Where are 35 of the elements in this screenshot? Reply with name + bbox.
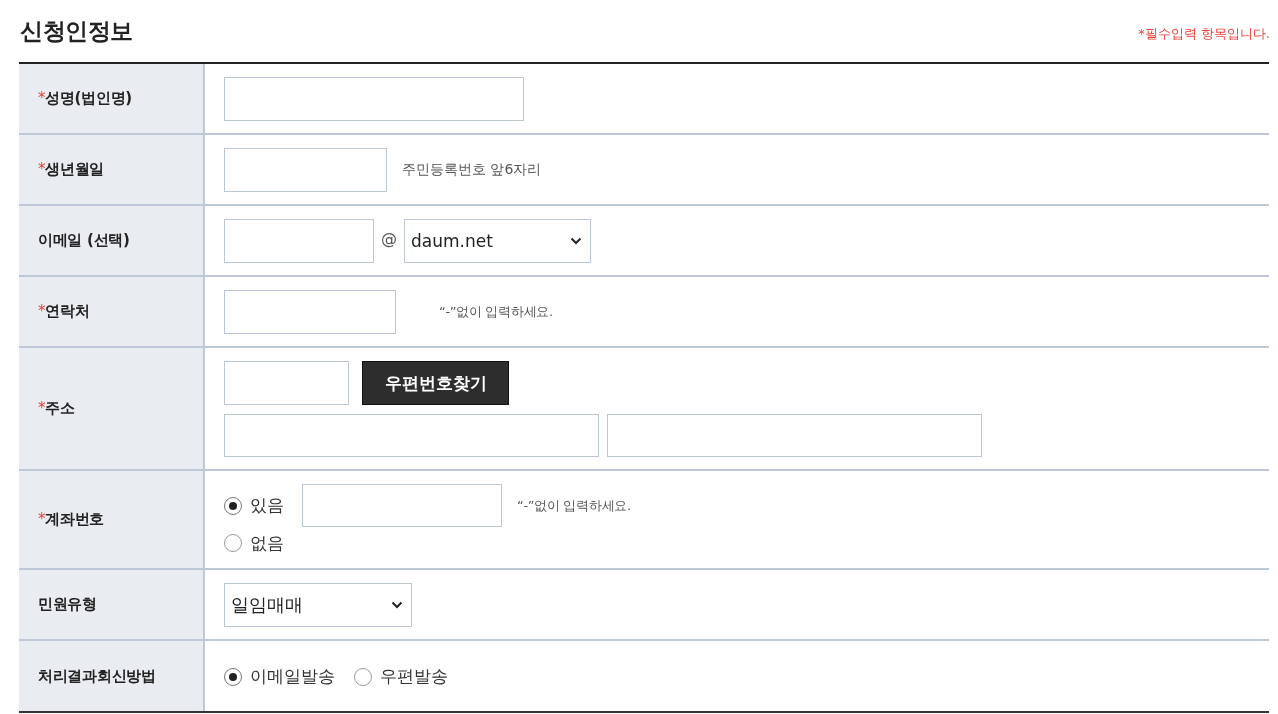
at-sign: @ [381, 229, 397, 248]
input-field[interactable] [224, 77, 524, 121]
input-field[interactable] [224, 219, 374, 263]
field-label: 이메일 (선택) [38, 231, 130, 250]
required-note: *필수입력 항목입니다. [1138, 25, 1270, 43]
chevron-down-icon [570, 237, 582, 245]
radio-option[interactable]: 우편발송 [354, 665, 448, 688]
chevron-down-icon [391, 601, 403, 609]
radio-icon[interactable] [354, 667, 372, 686]
field-label: *계좌번호 [38, 510, 104, 529]
input-field[interactable] [302, 484, 502, 527]
section-title: 신청인정보 [20, 16, 133, 46]
hint-text: 주민등록번호 앞6자리 [402, 161, 542, 179]
input-field[interactable] [224, 414, 599, 457]
radio-icon[interactable] [224, 496, 242, 515]
input-field[interactable] [224, 290, 396, 334]
field-label: 처리결과회신방법 [38, 666, 156, 686]
field-label: *연락처 [38, 302, 90, 321]
radio-icon[interactable] [224, 534, 242, 552]
field-label: 민원유형 [38, 595, 97, 614]
field-label: *생년월일 [38, 160, 104, 179]
input-field[interactable] [224, 361, 349, 405]
dropdown[interactable]: daum.net [404, 219, 591, 263]
radio-option[interactable]: 있음 [224, 494, 284, 517]
zip-search-button[interactable]: 우편번호찾기 [362, 361, 509, 405]
radio-option[interactable]: 없음 [224, 531, 284, 555]
radio-option[interactable]: 이메일발송 [224, 665, 335, 688]
hint-text: “-”없이 입력하세요. [439, 303, 553, 321]
field-label: *주소 [38, 399, 75, 418]
dropdown[interactable]: 일임매매 [224, 583, 412, 627]
radio-icon[interactable] [224, 667, 242, 686]
input-field[interactable] [607, 414, 982, 457]
hint-text: “-”없이 입력하세요. [517, 496, 631, 515]
field-label: *성명(법인명) [38, 89, 132, 108]
input-field[interactable] [224, 148, 387, 192]
